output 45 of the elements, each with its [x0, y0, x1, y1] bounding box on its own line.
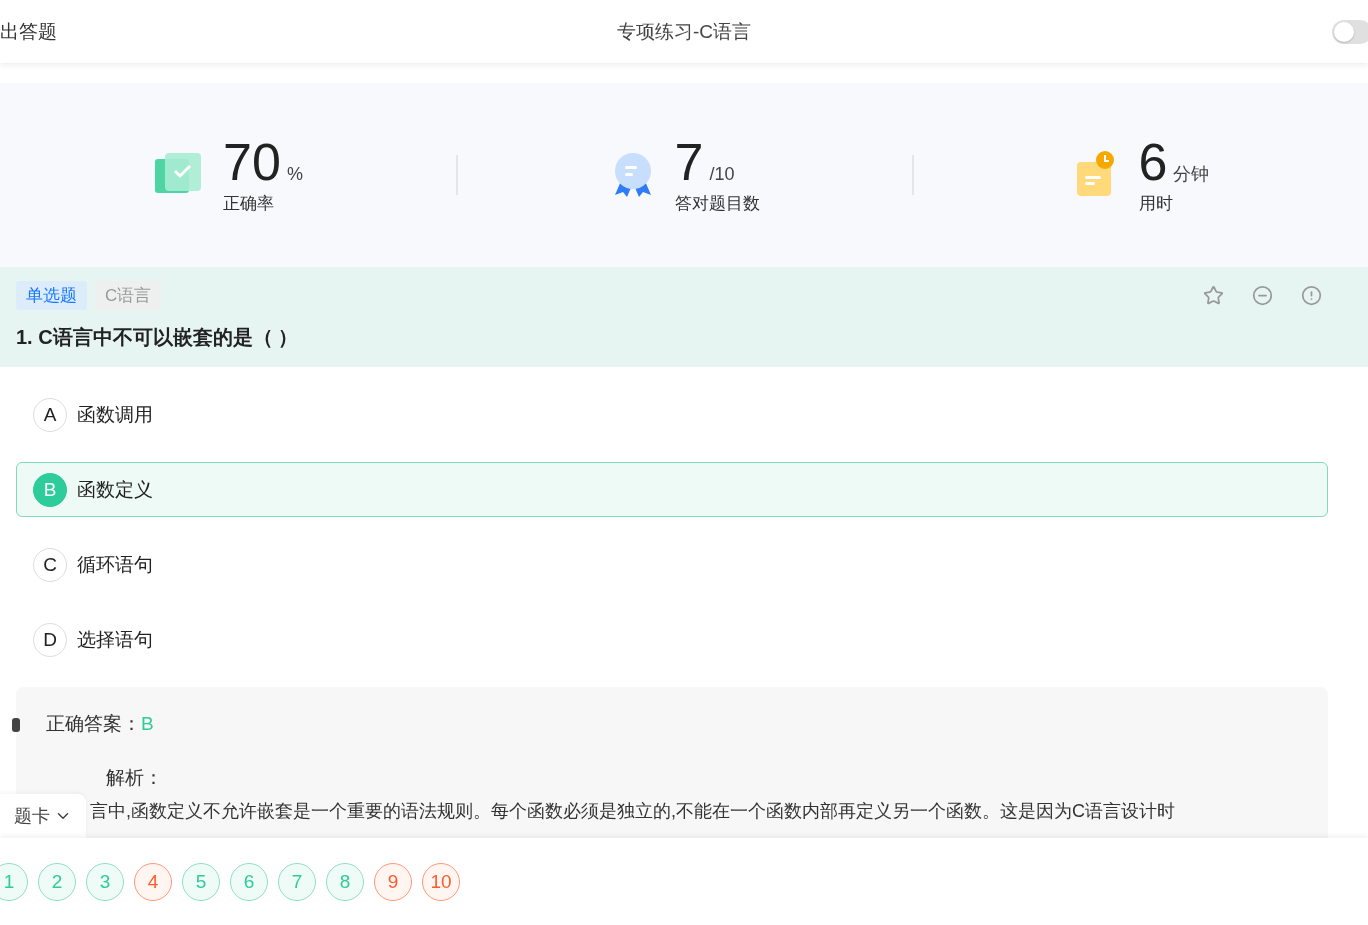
- option-letter: C: [33, 547, 67, 582]
- option-letter: D: [33, 622, 67, 657]
- question-number[interactable]: 7: [278, 862, 316, 901]
- question-number[interactable]: 8: [326, 862, 364, 901]
- subject-tag: C语言: [95, 281, 162, 310]
- option-text: 函数定义: [77, 477, 153, 502]
- question-number[interactable]: 4: [134, 862, 172, 901]
- minus-circle-icon[interactable]: [1252, 285, 1273, 306]
- stat-unit: %: [286, 163, 303, 185]
- report-icon[interactable]: [1301, 285, 1322, 306]
- question-number[interactable]: 9: [374, 862, 412, 901]
- stat-label: 用时: [1138, 192, 1174, 215]
- stat-value: 7: [674, 135, 704, 188]
- option-text: 函数调用: [77, 402, 153, 427]
- stat-value: 6: [1138, 135, 1168, 188]
- toggle-switch[interactable]: [1332, 19, 1368, 44]
- analysis-text: 言中,函数定义不允许嵌套是一个重要的语法规则。每个函数必须是独立的,不能在一个函数内部再定义另一个函数。这是因为C语言设计时: [90, 800, 1176, 823]
- answer-option[interactable]: B 函数定义: [16, 462, 1328, 517]
- question-number[interactable]: 3: [86, 862, 124, 901]
- question-number[interactable]: 5: [182, 862, 220, 901]
- marker-icon: [12, 718, 20, 732]
- option-letter: A: [33, 397, 67, 432]
- correct-answer: 正确答案：B: [46, 712, 155, 736]
- stat-label: 正确率: [223, 192, 276, 215]
- question-number[interactable]: 1: [0, 862, 28, 901]
- option-letter: B: [33, 472, 67, 507]
- option-text: 选择语句: [77, 627, 153, 652]
- answer-option[interactable]: C 循环语句: [16, 537, 1328, 592]
- stat-label: 答对题目数: [674, 192, 760, 215]
- question-type-tag: 单选题: [16, 281, 87, 310]
- question-number[interactable]: 2: [38, 862, 76, 901]
- option-text: 循环语句: [77, 552, 153, 577]
- favorite-icon[interactable]: [1203, 285, 1224, 306]
- answer-option[interactable]: D 选择语句: [16, 612, 1328, 667]
- answer-option[interactable]: A 函数调用: [16, 387, 1328, 442]
- stat-unit: 分钟: [1173, 162, 1210, 186]
- answer-card-toggle[interactable]: 题卡: [0, 794, 86, 838]
- exit-quiz-link[interactable]: 出答题: [0, 18, 200, 45]
- stat-unit: /10: [709, 163, 735, 185]
- analysis-label: 解析：: [106, 766, 164, 790]
- question-text: 1. C语言中不可以嵌套的是（ ）: [16, 325, 300, 350]
- question-number[interactable]: 6: [230, 862, 268, 901]
- question-number[interactable]: 10: [422, 862, 460, 901]
- stat-value: 70: [223, 135, 281, 188]
- page-title: 专项练习-C语言: [616, 19, 752, 44]
